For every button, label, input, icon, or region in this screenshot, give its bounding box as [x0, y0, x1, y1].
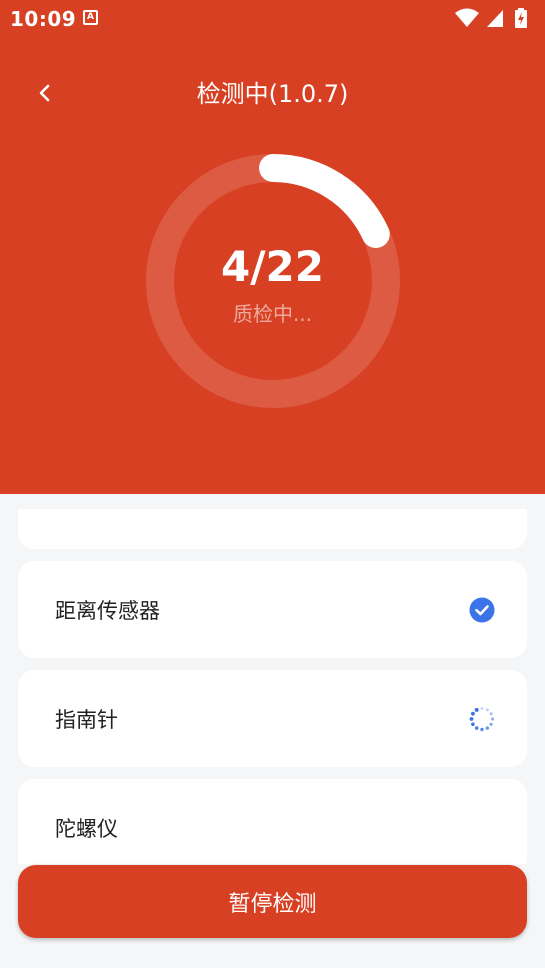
pause-test-button[interactable]: 暂停检测 [18, 865, 527, 938]
list-item[interactable]: 指南针 [18, 670, 527, 767]
spinner-icon [469, 707, 495, 732]
a-notification-icon: A [83, 10, 98, 25]
signal-icon [487, 10, 503, 27]
list-item[interactable] [18, 509, 527, 549]
item-label: 指南针 [55, 708, 118, 732]
status-time: 10:09 [10, 7, 77, 31]
item-label: 距离传感器 [55, 599, 160, 623]
test-item-list[interactable]: 距离传感器 指南针 陀螺仪 [0, 494, 545, 864]
system-icons [455, 8, 535, 28]
item-label: 陀螺仪 [55, 817, 118, 841]
list-item[interactable]: 陀螺仪 [18, 779, 527, 864]
progress-status: 质检中... [232, 302, 313, 326]
progress-arc [259, 154, 390, 249]
wifi-icon [455, 8, 479, 27]
battery-charging-icon [515, 8, 527, 28]
check-circle-icon [469, 597, 495, 623]
progress-count: 4/22 [220, 242, 324, 291]
status-bar: 10:09 A [0, 0, 545, 36]
page-title: 检测中(1.0.7) [196, 80, 349, 108]
list-item[interactable]: 距离传感器 [18, 561, 527, 658]
